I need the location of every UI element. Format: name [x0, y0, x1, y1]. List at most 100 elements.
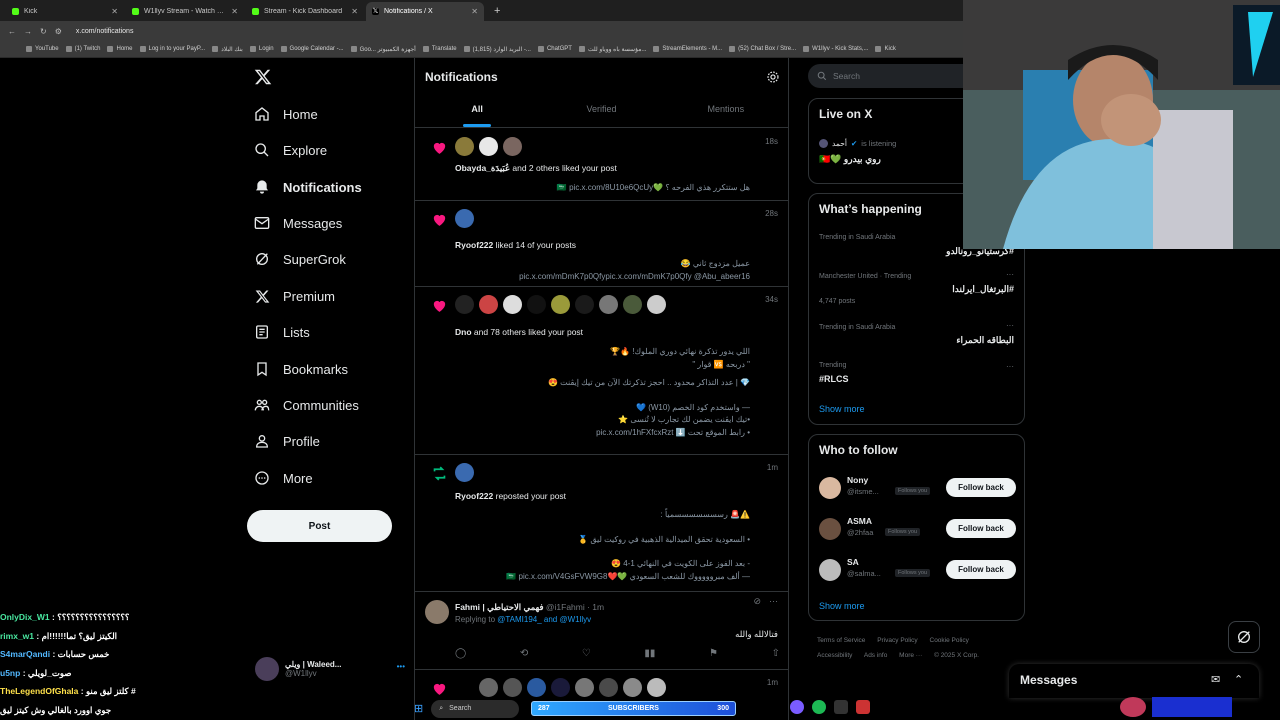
user-name[interactable]: Fahmi | فهمي الاحتياطي — [455, 602, 544, 612]
url-field[interactable]: x.com/notifications — [76, 28, 134, 35]
notification-item[interactable]: 34s Dno and 78 others liked your post ال… — [415, 287, 788, 455]
nav-bookmarks[interactable]: Bookmarks — [254, 361, 348, 377]
follow-back-button[interactable]: Follow back — [946, 560, 1016, 579]
bookmark-item[interactable]: W1llyv - Kick Stats,... — [803, 46, 868, 52]
share-icon[interactable]: ⇧ — [772, 648, 780, 659]
avatar[interactable] — [479, 295, 498, 314]
reply-icon[interactable]: ◯ — [455, 648, 466, 659]
tab-mentions[interactable]: Mentions — [664, 98, 788, 127]
nav-lists[interactable]: Lists — [254, 324, 310, 340]
bookmark-item[interactable]: Kick — [875, 46, 896, 52]
avatar[interactable] — [599, 295, 618, 314]
views-icon[interactable]: ▮▮ — [644, 648, 655, 659]
live-room-title[interactable]: روي بيدرو 💚🇵🇹 — [819, 154, 881, 165]
avatar[interactable] — [819, 518, 841, 540]
new-message-icon[interactable]: ✉ — [1211, 673, 1220, 686]
more-dots-icon[interactable]: ··· — [1006, 321, 1014, 330]
post-button[interactable]: Post — [247, 510, 392, 542]
avatar[interactable] — [527, 295, 546, 314]
avatar[interactable] — [479, 678, 498, 697]
avatar[interactable] — [455, 209, 474, 228]
close-tab-icon[interactable]: ✕ — [351, 7, 358, 16]
user-name[interactable]: Obayda_عُبَيدَة — [455, 163, 510, 173]
grok-icon[interactable]: ⊘ — [753, 596, 761, 607]
avatar[interactable] — [599, 678, 618, 697]
avatar[interactable] — [623, 295, 642, 314]
avatar[interactable] — [819, 477, 841, 499]
discord-icon[interactable] — [790, 700, 804, 714]
repost-icon[interactable]: ⟲ — [520, 648, 528, 659]
x-logo-icon[interactable] — [254, 68, 272, 86]
follow-suggestion[interactable]: ASMA @2hfaa Follows you Follow back — [819, 514, 1016, 546]
avatar[interactable] — [551, 678, 570, 697]
avatar[interactable] — [551, 295, 570, 314]
user-name[interactable]: Dno — [455, 327, 472, 337]
bookmark-item[interactable]: Home — [107, 46, 133, 52]
footer-link[interactable]: Privacy Policy — [877, 637, 917, 644]
more-dots-icon[interactable]: ••• — [397, 662, 405, 671]
avatar[interactable] — [455, 137, 474, 156]
browser-tab-stream[interactable]: W1llyv Stream - Watch Live on✕ — [126, 2, 244, 21]
avatar[interactable] — [455, 295, 474, 314]
bookmark-item[interactable]: ChatGPT — [537, 46, 572, 52]
footer-link[interactable]: Cookie Policy — [930, 637, 969, 644]
footer-link[interactable]: Ads info — [864, 652, 888, 659]
trend-name[interactable]: #البرتغال_ايرلندا — [952, 284, 1014, 295]
user-name[interactable]: Ryoof222 — [455, 240, 493, 250]
back-icon[interactable]: ← — [8, 27, 16, 36]
follow-back-button[interactable]: Follow back — [946, 478, 1016, 497]
bookmark-item[interactable]: StreamElements - M... — [653, 46, 722, 52]
forward-icon[interactable]: → — [24, 27, 32, 36]
bookmark-item[interactable]: YouTube — [26, 46, 59, 52]
bookmark-item[interactable]: Log in to your PayP... — [139, 46, 205, 52]
replying-to-link[interactable]: @TAMI194_ and @W1llyv — [497, 615, 591, 624]
avatar[interactable] — [425, 600, 449, 624]
notification-item[interactable]: 28s Ryoof222 liked 14 of your posts عميل… — [415, 201, 788, 287]
post-preview[interactable]: ⚠️🚨 رسسسسسسسمياً : • السعودية تحقق الميد… — [506, 509, 750, 583]
nav-communities[interactable]: Communities — [254, 397, 359, 413]
notification-item[interactable]: 1m Ryoof222 reposted your post ⚠️🚨 رسسسس… — [415, 455, 788, 592]
notification-item[interactable]: 18s Obayda_عُبَيدَة and 2 others liked y… — [415, 129, 788, 201]
avatar[interactable] — [455, 463, 474, 482]
avatar[interactable] — [575, 678, 594, 697]
bookmark-item[interactable]: Login — [249, 46, 274, 52]
bookmark-item[interactable]: Translate — [422, 46, 457, 52]
avatar[interactable] — [503, 295, 522, 314]
post-preview[interactable]: هل ستتكرر هذي الفرحه ؟ 💚🇸🇦 pic.x.com/8U1… — [557, 182, 750, 195]
taskbar-search[interactable]: ⌕ Search — [431, 699, 520, 718]
nav-home[interactable]: Home — [254, 106, 318, 122]
footer-link[interactable]: Terms of Service — [817, 637, 865, 644]
close-tab-icon[interactable]: ✕ — [111, 7, 118, 16]
reply-post[interactable]: Fahmi | فهمي الاحتياطي @i1Fahmi · 1m ⊘ ··… — [415, 592, 788, 670]
host-name[interactable]: أحمد — [832, 139, 847, 148]
search-input[interactable]: Search — [808, 64, 978, 88]
more-dots-icon[interactable]: ··· — [1006, 362, 1014, 371]
nav-profile[interactable]: Profile — [254, 433, 320, 449]
footer-link[interactable]: More ··· — [899, 652, 922, 659]
bookmark-item[interactable]: Google Calendar -... — [280, 46, 344, 52]
avatar[interactable] — [503, 678, 522, 697]
close-tab-icon[interactable]: ✕ — [471, 7, 478, 16]
grok-button[interactable] — [1228, 621, 1260, 653]
avatar[interactable] — [575, 295, 594, 314]
show-more-link[interactable]: Show more — [819, 404, 865, 414]
bookmark-item[interactable]: Goo... أجهزة الكمبيوتر — [350, 46, 416, 53]
browser-tab-notifications[interactable]: 𝕏 Notifications / X ✕ — [366, 2, 484, 21]
account-switcher[interactable]: ويلي | Waleed... @W1llyv ••• — [255, 656, 405, 682]
avatar[interactable] — [527, 678, 546, 697]
nav-explore[interactable]: Explore — [254, 142, 327, 158]
follow-back-button[interactable]: Follow back — [946, 519, 1016, 538]
windows-start-icon[interactable]: ⊞ — [414, 702, 423, 715]
post-preview[interactable]: عميل مزدوج ثاني 😂 pic.x.com/mDmK7p0Qfypi… — [519, 258, 750, 283]
chevron-up-icon[interactable]: ⌃ — [1234, 673, 1243, 686]
avatar[interactable] — [819, 559, 841, 581]
nav-premium[interactable]: Premium — [254, 288, 335, 304]
bookmark-item[interactable]: البريد الوارد (1,815) -... — [463, 46, 531, 53]
tab-all[interactable]: All — [415, 98, 539, 127]
follow-suggestion[interactable]: Nony @itsme... Follows you Follow back — [819, 473, 1016, 505]
browser-tab-kick[interactable]: Kick ✕ — [6, 2, 124, 21]
avatar[interactable] — [479, 137, 498, 156]
nav-supergrok[interactable]: SuperGrok — [254, 251, 346, 267]
nav-more[interactable]: More — [254, 470, 313, 486]
app-icon[interactable] — [856, 700, 870, 714]
